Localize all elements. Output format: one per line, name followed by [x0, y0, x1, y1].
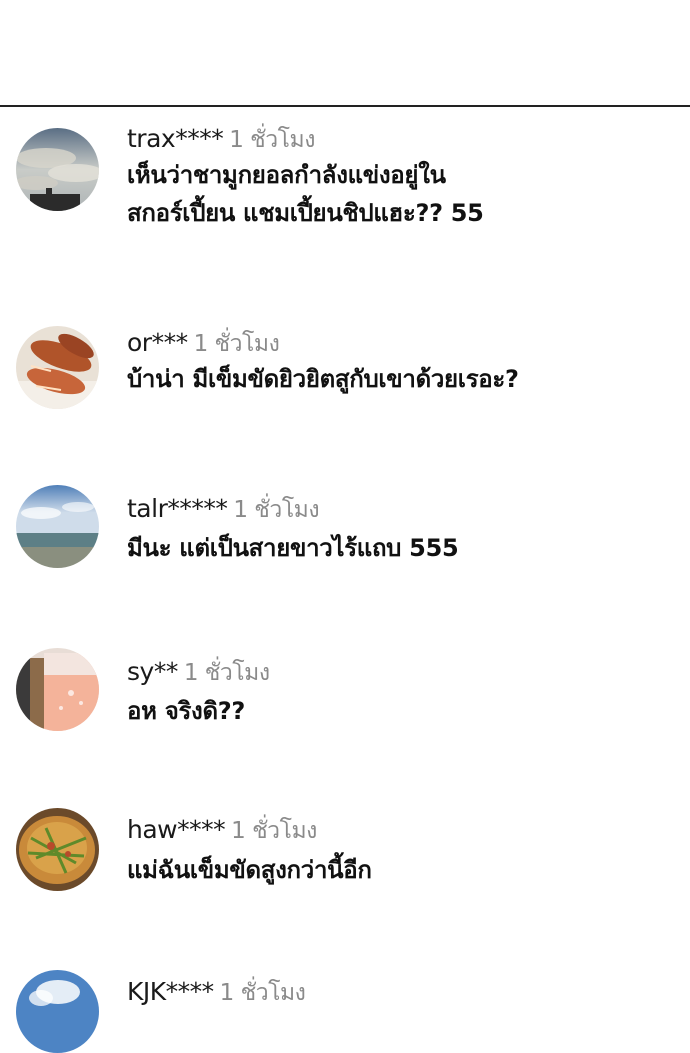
- timestamp: 1 ชั่วโมง: [229, 127, 315, 153]
- comment-meta: KJK**** 1 ชั่วโมง: [127, 977, 306, 1008]
- comment-meta: sy** 1 ชั่วโมง: [127, 657, 270, 688]
- avatar[interactable]: [16, 808, 99, 891]
- comment-line: เห็นว่าชามูกยอลกำลังแข่งอยู่ใน: [127, 161, 446, 189]
- comment-meta: trax**** 1 ชั่วโมง: [127, 124, 315, 155]
- sea-beach-avatar: [16, 485, 99, 568]
- shrimp-dish-avatar: [16, 326, 99, 409]
- timestamp: 1 ชั่วโมง: [183, 660, 270, 686]
- username[interactable]: KJK****: [127, 977, 214, 1006]
- sky-clouds-avatar: [16, 128, 99, 211]
- drink-glass-avatar: [16, 648, 99, 731]
- comment-line: แม่ฉันเข็มขัดสูงกว่านี้อีก: [127, 856, 372, 884]
- comment-text: บ้าน่า มีเข็มขัดยิวยิตสูกับเขาด้วยเรอะ?: [127, 360, 667, 398]
- comment-line: มีนะ แต่เป็นสายขาวไร้แถบ 555: [127, 534, 459, 562]
- comment-meta: talr***** 1 ชั่วโมง: [127, 494, 320, 525]
- comment-text: อห จริงดิ??: [127, 692, 667, 730]
- sky-avatar: [16, 970, 99, 1053]
- avatar[interactable]: [16, 970, 99, 1053]
- food-bowl-avatar: [16, 808, 99, 891]
- timestamp: 1 ชั่วโมง: [233, 497, 320, 523]
- comment-meta: or*** 1 ชั่วโมง: [127, 328, 280, 359]
- avatar[interactable]: [16, 485, 99, 568]
- avatar[interactable]: [16, 128, 99, 211]
- username[interactable]: or***: [127, 328, 188, 357]
- timestamp: 1 ชั่วโมง: [193, 331, 280, 357]
- comment-text: แม่ฉันเข็มขัดสูงกว่านี้อีก: [127, 851, 667, 889]
- username[interactable]: trax****: [127, 124, 224, 153]
- timestamp: 1 ชั่วโมง: [219, 980, 306, 1006]
- username[interactable]: haw****: [127, 815, 226, 844]
- comment-line: บ้าน่า มีเข็มขัดยิวยิตสูกับเขาด้วยเรอะ?: [127, 365, 519, 393]
- avatar[interactable]: [16, 326, 99, 409]
- username[interactable]: sy**: [127, 657, 178, 686]
- comment-text: เห็นว่าชามูกยอลกำลังแข่งอยู่ใน สกอร์เปี้…: [127, 156, 667, 232]
- comment-text: มีนะ แต่เป็นสายขาวไร้แถบ 555: [127, 529, 667, 567]
- avatar[interactable]: [16, 648, 99, 731]
- comment-meta: haw**** 1 ชั่วโมง: [127, 815, 317, 846]
- comment-line: อห จริงดิ??: [127, 697, 245, 725]
- comment-line: สกอร์เปี้ยน แชมเปี้ยนชิปแฮะ?? 55: [127, 199, 484, 227]
- username[interactable]: talr*****: [127, 494, 228, 523]
- header-divider: [0, 105, 690, 107]
- timestamp: 1 ชั่วโมง: [231, 818, 317, 844]
